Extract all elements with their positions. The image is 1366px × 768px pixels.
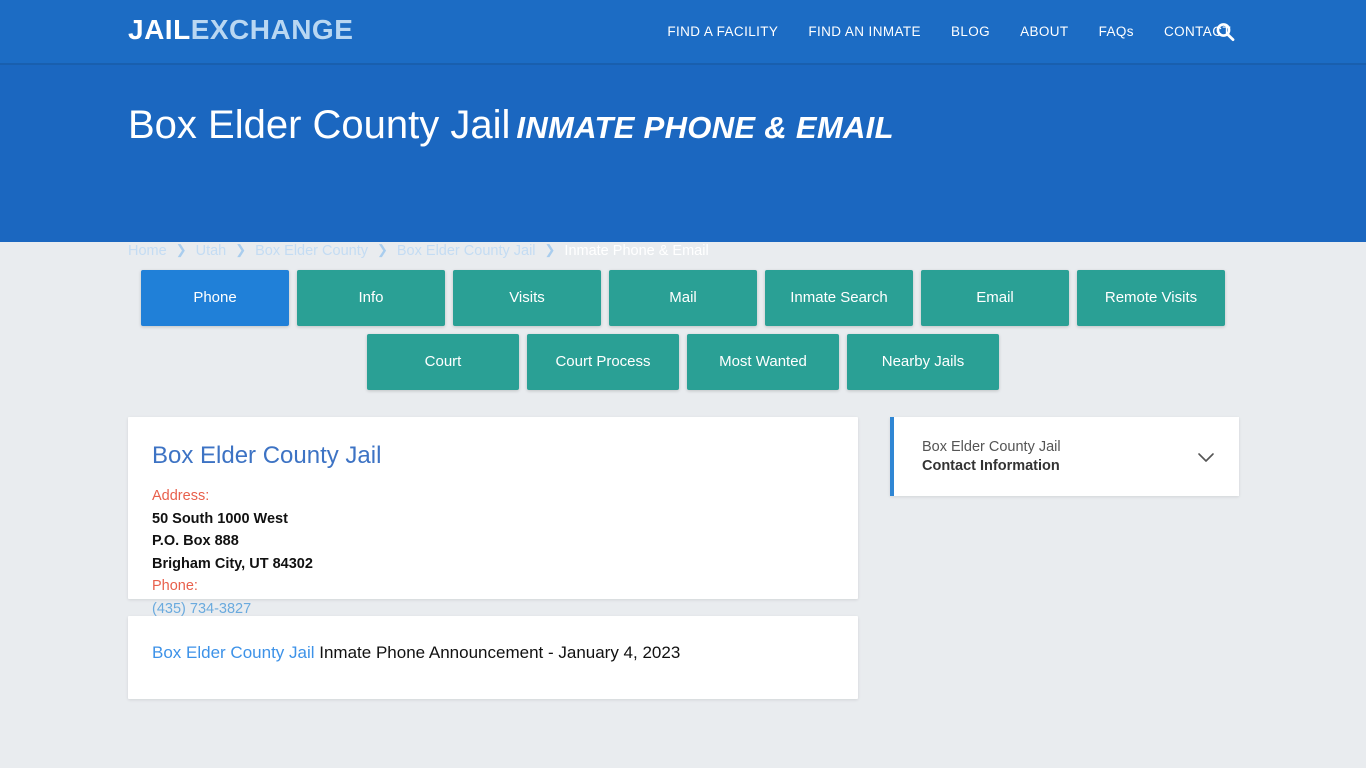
nav-item-about[interactable]: ABOUT <box>1005 24 1084 39</box>
site-logo[interactable]: JAILEXCHANGE <box>128 16 353 44</box>
address-line-3: Brigham City, UT 84302 <box>152 555 313 572</box>
page-title: Box Elder County Jail Inmate Phone & Emai… <box>128 105 894 145</box>
tab-mail[interactable]: Mail <box>609 270 757 326</box>
announcement-heading: Box Elder County Jail Inmate Phone Annou… <box>152 642 834 664</box>
address-line-2: P.O. Box 888 <box>152 533 239 550</box>
logo-text-jail: JAIL <box>128 14 191 45</box>
nav-item-blog[interactable]: BLOG <box>936 24 1005 39</box>
contact-information-accordion[interactable]: Box Elder County Jail Contact Informatio… <box>890 417 1239 496</box>
breadcrumb: Home ❯ Utah ❯ Box Elder County ❯ Box Eld… <box>128 242 709 259</box>
page-title-main: Box Elder County Jail <box>128 103 511 147</box>
accordion-labels: Box Elder County Jail Contact Informatio… <box>922 438 1061 476</box>
page-title-sub: Inmate Phone & Email <box>516 110 894 145</box>
facility-phone-link[interactable]: (435) 734-3827 <box>152 598 251 621</box>
breadcrumb-item-current: Inmate Phone & Email <box>564 243 709 259</box>
breadcrumb-item-home[interactable]: Home <box>128 243 167 259</box>
nav-item-find-an-inmate[interactable]: FIND AN INMATE <box>793 24 936 39</box>
page-hero: Box Elder County Jail Inmate Phone & Emai… <box>0 65 1366 259</box>
accordion-title: Contact Information <box>922 457 1060 474</box>
tab-most-wanted[interactable]: Most Wanted <box>687 334 839 390</box>
tab-inmate-search[interactable]: Inmate Search <box>765 270 913 326</box>
main-menu: FIND A FACILITY FIND AN INMATE BLOG ABOU… <box>652 0 1246 63</box>
tab-email[interactable]: Email <box>921 270 1069 326</box>
announcement-facility-link[interactable]: Box Elder County Jail <box>152 643 315 662</box>
nav-item-find-a-facility[interactable]: FIND A FACILITY <box>652 24 793 39</box>
breadcrumb-separator-icon: ❯ <box>235 242 247 257</box>
tab-court[interactable]: Court <box>367 334 519 390</box>
logo-text-exchange: EXCHANGE <box>190 14 354 45</box>
tab-court-process[interactable]: Court Process <box>527 334 679 390</box>
breadcrumb-item-utah[interactable]: Utah <box>196 243 227 259</box>
tab-row-secondary: Court Court Process Most Wanted Nearby J… <box>0 334 1366 390</box>
breadcrumb-item-box-elder-county-jail[interactable]: Box Elder County Jail <box>397 243 536 259</box>
tab-phone[interactable]: Phone <box>141 270 289 326</box>
breadcrumb-separator-icon: ❯ <box>376 242 388 257</box>
announcement-card: Box Elder County Jail Inmate Phone Annou… <box>128 616 858 699</box>
tab-row-primary: Phone Info Visits Mail Inmate Search Ema… <box>0 270 1366 326</box>
tab-info[interactable]: Info <box>297 270 445 326</box>
breadcrumb-separator-icon: ❯ <box>175 242 187 257</box>
phone-label: Phone: <box>152 578 198 595</box>
facility-info-card: Box Elder County Jail Address: 50 South … <box>128 417 858 617</box>
address-label: Address: <box>152 488 210 505</box>
address-line-1: 50 South 1000 West <box>152 510 288 527</box>
tab-visits[interactable]: Visits <box>453 270 601 326</box>
tab-nearby-jails[interactable]: Nearby Jails <box>847 334 999 390</box>
accordion-facility-name: Box Elder County Jail <box>922 438 1061 455</box>
tab-remote-visits[interactable]: Remote Visits <box>1077 270 1225 326</box>
top-navigation-bar: JAILEXCHANGE FIND A FACILITY FIND AN INM… <box>0 0 1366 65</box>
main-content: Box Elder County Jail Address: 50 South … <box>0 417 1366 699</box>
chevron-down-icon[interactable] <box>1195 446 1217 468</box>
nav-item-faqs[interactable]: FAQs <box>1084 24 1149 39</box>
facility-name: Box Elder County Jail <box>152 442 382 469</box>
left-column: Box Elder County Jail Address: 50 South … <box>128 417 858 699</box>
breadcrumb-separator-icon: ❯ <box>544 242 556 257</box>
right-column: Box Elder County Jail Contact Informatio… <box>890 417 1239 496</box>
section-tabs: Phone Info Visits Mail Inmate Search Ema… <box>0 270 1366 390</box>
breadcrumb-item-box-elder-county[interactable]: Box Elder County <box>255 243 368 259</box>
announcement-title-rest: Inmate Phone Announcement - January 4, 2… <box>314 643 681 662</box>
search-icon[interactable] <box>1214 21 1236 43</box>
